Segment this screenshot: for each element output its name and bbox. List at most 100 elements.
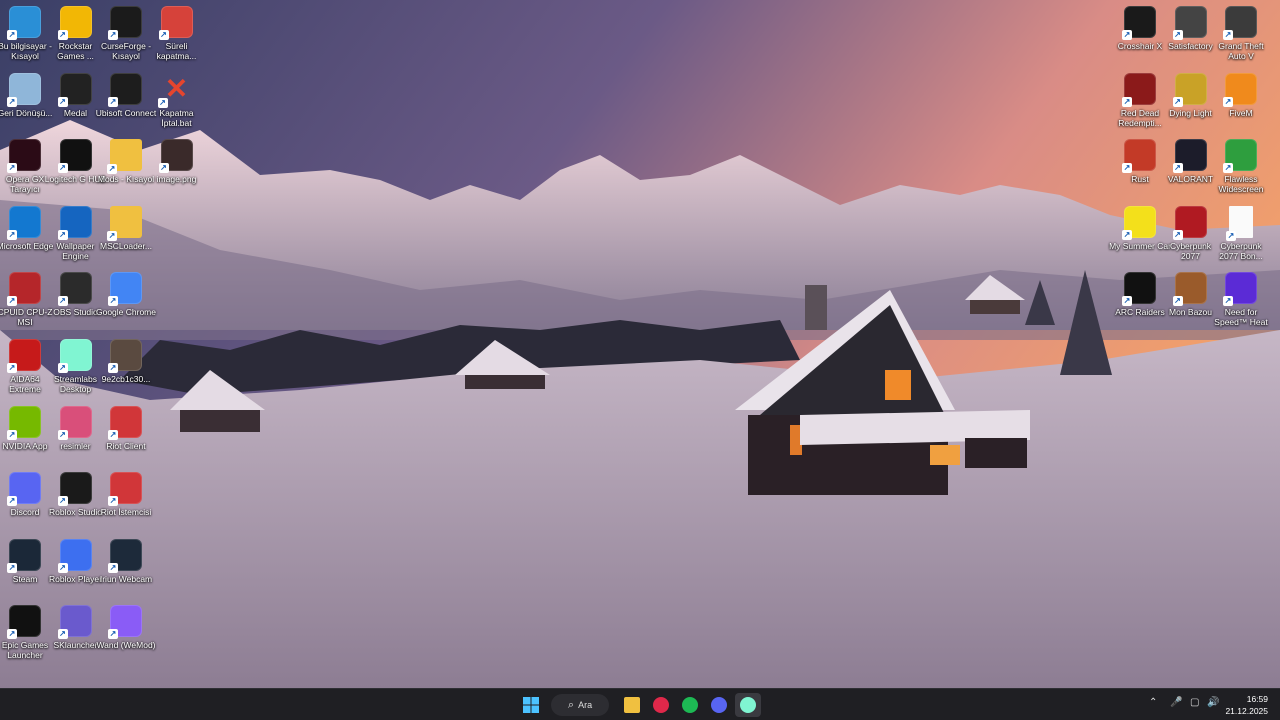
desktop-icon-iriun[interactable]: ↗ Iriun Webcam: [95, 537, 157, 603]
recycle-bin-icon: ↗: [7, 72, 41, 107]
desktop-icon-flawless[interactable]: ↗ Flawless Widescreen: [1210, 137, 1272, 203]
desktop-icon-label: Flawless Widescreen: [1218, 174, 1264, 195]
shortcut-arrow-icon: ↗: [57, 296, 68, 307]
shortcut-arrow-icon: ↗: [7, 296, 17, 307]
shortcut-arrow-icon: ↗: [1172, 229, 1183, 240]
taskbar-app-discord[interactable]: [706, 693, 732, 717]
shortcut-arrow-icon: ↗: [57, 562, 68, 573]
shortcut-arrow-icon: ↗: [108, 363, 118, 373]
shortcut-arrow-icon: ↗: [108, 30, 118, 40]
crosshair-icon: ↗: [1122, 6, 1156, 40]
network-icon[interactable]: ▢: [1190, 697, 1199, 708]
desktop-icon-wand[interactable]: ↗ Wand (WeMod): [95, 603, 157, 669]
nfs-icon: ↗: [1223, 272, 1257, 307]
shortcut-arrow-icon: ↗: [1122, 96, 1132, 107]
shortcut-arrow-icon: ↗: [7, 229, 17, 240]
rust-icon: ↗: [1122, 139, 1156, 174]
desktop-icon-label: Grand Theft Auto V: [1218, 41, 1264, 61]
desktop-icon-gta[interactable]: ↗ Grand Theft Auto V: [1210, 4, 1272, 70]
taskbar-app-spotify[interactable]: [677, 693, 703, 717]
desktop-icon-label: Wand (WeMod): [96, 640, 156, 651]
power-icon: ↗: [158, 6, 193, 40]
chevron-up-icon[interactable]: ⌃: [1149, 697, 1157, 708]
wand-icon: ↗: [108, 605, 142, 640]
desktop-icon-label: Google Chrome: [95, 307, 156, 318]
desktop-icon-kapatma[interactable]: ✕ ↗ Kapatma İptal.bat: [146, 71, 208, 137]
riot-icon: ↗: [108, 405, 142, 440]
streamlabs-icon: ↗: [57, 339, 92, 373]
taskbar-search[interactable]: ⌕ Ara: [551, 694, 609, 716]
desktop-icon-riot2[interactable]: ↗ Riot İstemcisi: [95, 470, 157, 536]
desktop-icon-label: FiveM: [1229, 107, 1253, 118]
shortcut-arrow-icon: ↗: [1223, 163, 1233, 174]
medal-icon: ↗: [57, 72, 92, 107]
monitor-icon: ↗: [7, 6, 41, 40]
shortcut-arrow-icon: ↗: [108, 496, 118, 507]
shortcut-arrow-icon: ↗: [1172, 96, 1183, 107]
spotify-icon: [682, 697, 698, 713]
shortcut-arrow-icon: ↗: [57, 629, 68, 640]
discord-icon: [711, 697, 727, 713]
shortcut-arrow-icon: ↗: [1122, 30, 1132, 40]
opera-gx-icon: [653, 697, 669, 713]
edge-icon: ↗: [7, 205, 41, 240]
search-label: Ara: [578, 700, 593, 710]
fivem-icon: ↗: [1223, 72, 1257, 107]
streamlabs-icon: [740, 697, 756, 713]
msc-icon: ↗: [1122, 205, 1156, 240]
cpuz-icon: ↗: [7, 272, 41, 307]
document-icon: ↗: [1226, 205, 1253, 241]
rdr-icon: ↗: [1122, 72, 1156, 107]
shortcut-arrow-icon: ↗: [108, 629, 118, 640]
shortcut-arrow-icon: ↗: [7, 562, 17, 573]
shortcut-arrow-icon: ↗: [1226, 230, 1236, 241]
desktop-icon-chrome[interactable]: ↗ Google Chrome: [95, 270, 157, 336]
folder-icon: [624, 697, 640, 713]
roblox-studio-icon: ↗: [57, 472, 92, 507]
mon-bazou-icon: ↗: [1172, 272, 1207, 307]
desktop-icon-label: image.png: [156, 174, 197, 185]
epic-icon: ↗: [7, 605, 41, 640]
shortcut-arrow-icon: ↗: [7, 30, 17, 40]
desktop-icon-label: Kapatma İptal.bat: [159, 107, 194, 128]
desktop-icon-mscloader[interactable]: ↗ MSCLoader...: [95, 204, 157, 270]
desktop-icon-cyberpunk-bonus[interactable]: ↗ Cyberpunk 2077 Bon...: [1210, 204, 1272, 270]
shortcut-arrow-icon: ↗: [7, 363, 17, 373]
ubisoft-icon: ↗: [108, 72, 142, 107]
arc-raiders-icon: ↗: [1122, 272, 1156, 307]
clock[interactable]: 16:59 21.12.2025: [1208, 693, 1268, 717]
desktop-icon-label: Need for Speed™ Heat: [1214, 307, 1268, 328]
shortcut-arrow-icon: ↗: [7, 163, 17, 174]
chrome-icon: ↗: [108, 272, 142, 307]
desktop-icon-image[interactable]: ↗ image.png: [146, 137, 208, 203]
shortcut-arrow-icon: ↗: [108, 96, 118, 107]
taskbar-app-file-explorer[interactable]: [619, 693, 645, 717]
start-button[interactable]: [518, 693, 544, 717]
opera-gx-icon: ↗: [7, 139, 41, 174]
shortcut-arrow-icon: ↗: [1122, 163, 1132, 174]
desktop-icon-nfs[interactable]: ↗ Need for Speed™ Heat: [1210, 270, 1272, 336]
sklauncher-icon: ↗: [57, 605, 92, 640]
taskbar-app-opera[interactable]: [648, 693, 674, 717]
desktop-icon-fivem[interactable]: ↗ FiveM: [1210, 71, 1272, 137]
rockstar-icon: ↗: [57, 6, 92, 40]
taskbar-app-streamlabs[interactable]: [735, 693, 761, 717]
desktop-icon-9e2cb[interactable]: ↗ 9e2cb1c30...: [95, 337, 157, 403]
shortcut-arrow-icon: ↗: [107, 164, 117, 175]
shortcut-arrow-icon: ↗: [7, 629, 17, 640]
shortcut-arrow-icon: ↗: [158, 30, 169, 40]
desktop-icon-riot[interactable]: ↗ Riot Client: [95, 404, 157, 470]
shortcut-arrow-icon: ↗: [1172, 163, 1183, 174]
wallpaper-engine-icon: ↗: [57, 205, 92, 240]
folder-icon: ↗: [107, 139, 142, 175]
logitech-icon: ↗: [57, 139, 92, 174]
desktop-icon-sureli[interactable]: ↗ Süreli kapatma...: [146, 4, 208, 70]
desktop-icon-label: MSCLoader...: [100, 240, 152, 251]
desktop-icons-area: ↗ Bu bilgisayar - Kısayol ↗ Rockstar Games …: [0, 4, 1280, 688]
microphone-icon[interactable]: 🎤: [1170, 697, 1182, 708]
shortcut-arrow-icon: ↗: [7, 96, 17, 107]
satisfactory-icon: ↗: [1172, 6, 1207, 40]
windows-icon: [523, 697, 539, 713]
shortcut-arrow-icon: ↗: [108, 429, 118, 440]
image-thumb-icon: ↗: [158, 139, 193, 174]
